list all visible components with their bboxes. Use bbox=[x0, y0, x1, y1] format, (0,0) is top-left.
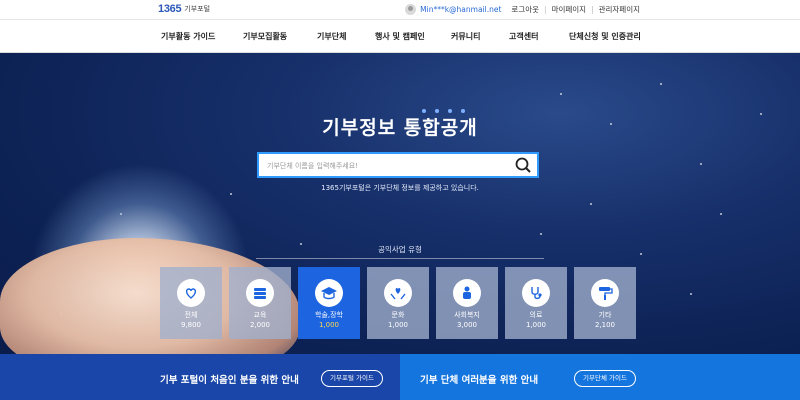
category-education[interactable]: 교육 2,000 bbox=[229, 267, 291, 339]
user-email: Min***k@hanmail.net bbox=[420, 5, 502, 14]
first-timer-banner-text: 기부 포털이 처음인 분을 위한 안내 bbox=[160, 375, 299, 386]
search-icon[interactable] bbox=[513, 156, 533, 174]
hero-title: 기부정보 통합공개 bbox=[322, 117, 478, 139]
category-name: 사회복지 bbox=[454, 311, 480, 319]
graduation-cap-icon bbox=[315, 279, 343, 307]
category-other[interactable]: 기타 2,100 bbox=[574, 267, 636, 339]
category-count: 1,000 bbox=[525, 321, 547, 329]
family-icon bbox=[453, 279, 481, 307]
user-utility-menu: Min***k@hanmail.net 로그아웃 | 마이페이지 | 관리자페이… bbox=[405, 4, 640, 15]
organization-banner-text: 기부 단체 여러분을 위한 안내 bbox=[420, 375, 539, 386]
logout-link[interactable]: 로그아웃 bbox=[511, 4, 539, 15]
category-social-welfare[interactable]: 사회복지 3,000 bbox=[436, 267, 498, 339]
admin-page-link[interactable]: 관리자페이지 bbox=[599, 4, 640, 15]
avatar-icon bbox=[405, 4, 417, 15]
site-logo[interactable]: 1365 기부포털 bbox=[158, 3, 210, 15]
category-all[interactable]: 전체 9,800 bbox=[160, 267, 222, 339]
top-utility-bar: 1365 기부포털 Min***k@hanmail.net 로그아웃 | 마이페… bbox=[0, 0, 800, 20]
category-count: 1,000 bbox=[387, 321, 409, 329]
category-count: 3,000 bbox=[456, 321, 478, 329]
category-count: 1,000 bbox=[318, 321, 340, 329]
hands-heart-icon bbox=[384, 279, 412, 307]
category-count: 2,100 bbox=[594, 321, 616, 329]
divider: | bbox=[591, 5, 594, 14]
organization-banner: 기부 단체 여러분을 위한 안내 기부단체 가이드 bbox=[400, 354, 800, 400]
category-name: 전체 bbox=[184, 311, 198, 319]
nav-item-registration[interactable]: 단체신청 및 인증관리 bbox=[569, 31, 641, 42]
portal-guide-button[interactable]: 기부포털 가이드 bbox=[321, 370, 383, 387]
category-culture[interactable]: 문화 1,000 bbox=[367, 267, 429, 339]
main-navigation: 기부활동 가이드 기부모집활동 기부단체 행사 및 캠페인 커뮤니티 고객센터 … bbox=[0, 20, 800, 53]
nav-item-support[interactable]: 고객센터 bbox=[509, 31, 538, 42]
organization-guide-button[interactable]: 기부단체 가이드 bbox=[574, 370, 636, 387]
books-icon bbox=[246, 279, 274, 307]
category-name: 문화 bbox=[391, 311, 405, 319]
category-medical[interactable]: 의료 1,000 bbox=[505, 267, 567, 339]
hero-section: 기부정보 통합공개 1365기부포털은 기부단체 정보를 제공하고 있습니다. … bbox=[0, 53, 800, 354]
category-divider bbox=[256, 258, 544, 259]
category-name: 교육 bbox=[253, 311, 267, 319]
stethoscope-icon bbox=[522, 279, 550, 307]
category-name: 기타 bbox=[598, 311, 612, 319]
search-input[interactable] bbox=[267, 159, 507, 173]
category-count: 9,800 bbox=[180, 321, 202, 329]
nav-item-community[interactable]: 커뮤니티 bbox=[451, 31, 480, 42]
logo-text: 기부포털 bbox=[184, 5, 211, 13]
roller-icon bbox=[591, 279, 619, 307]
heart-hands-icon bbox=[177, 279, 205, 307]
mypage-link[interactable]: 마이페이지 bbox=[552, 4, 587, 15]
category-scholarship[interactable]: 학술,장학 1,000 bbox=[298, 267, 360, 339]
nav-item-organizations[interactable]: 기부단체 bbox=[317, 31, 346, 42]
divider: | bbox=[544, 5, 547, 14]
category-count: 2,000 bbox=[249, 321, 271, 329]
nav-item-fundraising[interactable]: 기부모집활동 bbox=[243, 31, 287, 42]
nav-item-guide[interactable]: 기부활동 가이드 bbox=[161, 31, 215, 42]
first-timer-banner: 기부 포털이 처음인 분을 위한 안내 기부포털 가이드 bbox=[0, 354, 400, 400]
search-box bbox=[257, 152, 539, 178]
search-note: 1365기부포털은 기부단체 정보를 제공하고 있습니다. bbox=[321, 184, 479, 192]
nav-item-events[interactable]: 행사 및 캠페인 bbox=[375, 31, 425, 42]
category-name: 학술,장학 bbox=[315, 311, 343, 319]
category-heading: 공익사업 유형 bbox=[378, 245, 422, 254]
logo-number: 1365 bbox=[158, 3, 182, 15]
category-name: 의료 bbox=[529, 311, 543, 319]
